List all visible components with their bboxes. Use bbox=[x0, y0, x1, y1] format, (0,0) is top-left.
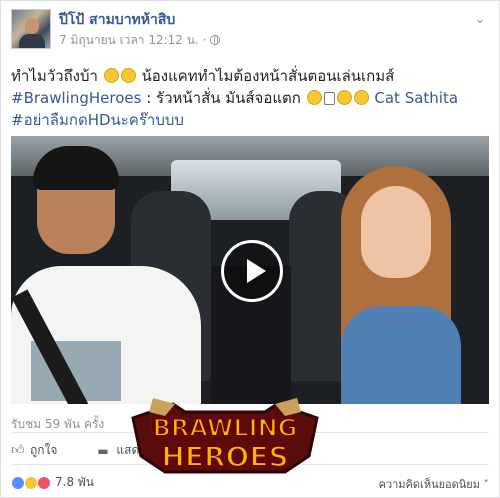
reaction-summary[interactable]: 7.8 พัน bbox=[11, 473, 94, 492]
reaction-count: 7.8 พัน bbox=[55, 475, 95, 489]
chevron-down-icon[interactable]: ⌄ bbox=[473, 13, 487, 27]
brawling-heroes-logo-graphic: BRAWLING HEROES bbox=[131, 398, 319, 474]
avatar-face bbox=[25, 18, 39, 34]
avatar-body bbox=[19, 34, 45, 48]
globe-icon bbox=[210, 35, 221, 45]
post-timestamp[interactable]: 7 มิถุนายน เวลา 12:12 น. · bbox=[59, 31, 206, 49]
hashtag-brawlingheroes[interactable]: #BrawlingHeroes bbox=[11, 89, 141, 107]
post-meta: ปีโป้ สามบาทห้าสิบ 7 มิถุนายน เวลา 12:12… bbox=[59, 9, 221, 53]
logo-text-line2: HEROES bbox=[161, 440, 288, 473]
post-text-part3: : รัวหน้าสั่น มันส์จอแตก bbox=[146, 89, 306, 107]
post-timestamp-row: 7 มิถุนายน เวลา 12:12 น. · bbox=[59, 31, 221, 49]
play-button[interactable] bbox=[221, 240, 283, 302]
avatar[interactable] bbox=[11, 9, 51, 49]
like-reaction-icon bbox=[11, 475, 25, 490]
unknown-glyph-icon bbox=[323, 92, 335, 105]
author-name[interactable]: ปีโป้ สามบาทห้าสิบ bbox=[59, 11, 220, 29]
like-button[interactable]: 👍︎ ถูกใจ bbox=[11, 441, 57, 460]
logo-text-line1: BRAWLING bbox=[153, 414, 298, 442]
post-header: ปีโป้ สามบาทห้าสิบ 7 มิถุนายน เวลา 12:12… bbox=[11, 9, 221, 53]
grimace-emoji-icon bbox=[336, 90, 352, 105]
haha-reaction-icon bbox=[24, 475, 38, 490]
love-reaction-icon bbox=[37, 475, 51, 490]
grin-emoji-icon bbox=[306, 90, 322, 105]
mention-cat-sathita[interactable]: Cat Sathita bbox=[374, 89, 458, 107]
post-text-part1: ทำไมวัวถึงบ้า bbox=[11, 67, 103, 85]
grin-emoji-icon bbox=[103, 68, 119, 83]
comment-icon: ▬ bbox=[97, 443, 109, 458]
post-text-part2: น้องแคททำไมต้องหน้าสั่นตอนเล่นเกมส์ bbox=[141, 67, 395, 85]
woman-top bbox=[341, 306, 461, 404]
post-text: ทำไมวัวถึงบ้า น้องแคททำไมต้องหน้าสั่นตอน… bbox=[11, 65, 491, 131]
grin-emoji-icon bbox=[353, 90, 369, 105]
like-label: ถูกใจ bbox=[30, 443, 58, 457]
brawling-heroes-logo: BRAWLING HEROES bbox=[125, 398, 325, 481]
woman-face bbox=[361, 186, 431, 278]
comment-sort-dropdown[interactable]: ความคิดเห็นยอดนิยม ˅ bbox=[379, 475, 489, 493]
grin-emoji-icon bbox=[120, 68, 136, 83]
thumbs-up-icon: 👍︎ bbox=[11, 442, 25, 458]
video-player[interactable] bbox=[11, 136, 489, 404]
hashtag-hd[interactable]: #อย่าลืมกดHDนะคร๊าบบบ bbox=[11, 111, 184, 129]
facebook-post-card: ปีโป้ สามบาทห้าสิบ 7 มิถุนายน เวลา 12:12… bbox=[0, 0, 500, 498]
